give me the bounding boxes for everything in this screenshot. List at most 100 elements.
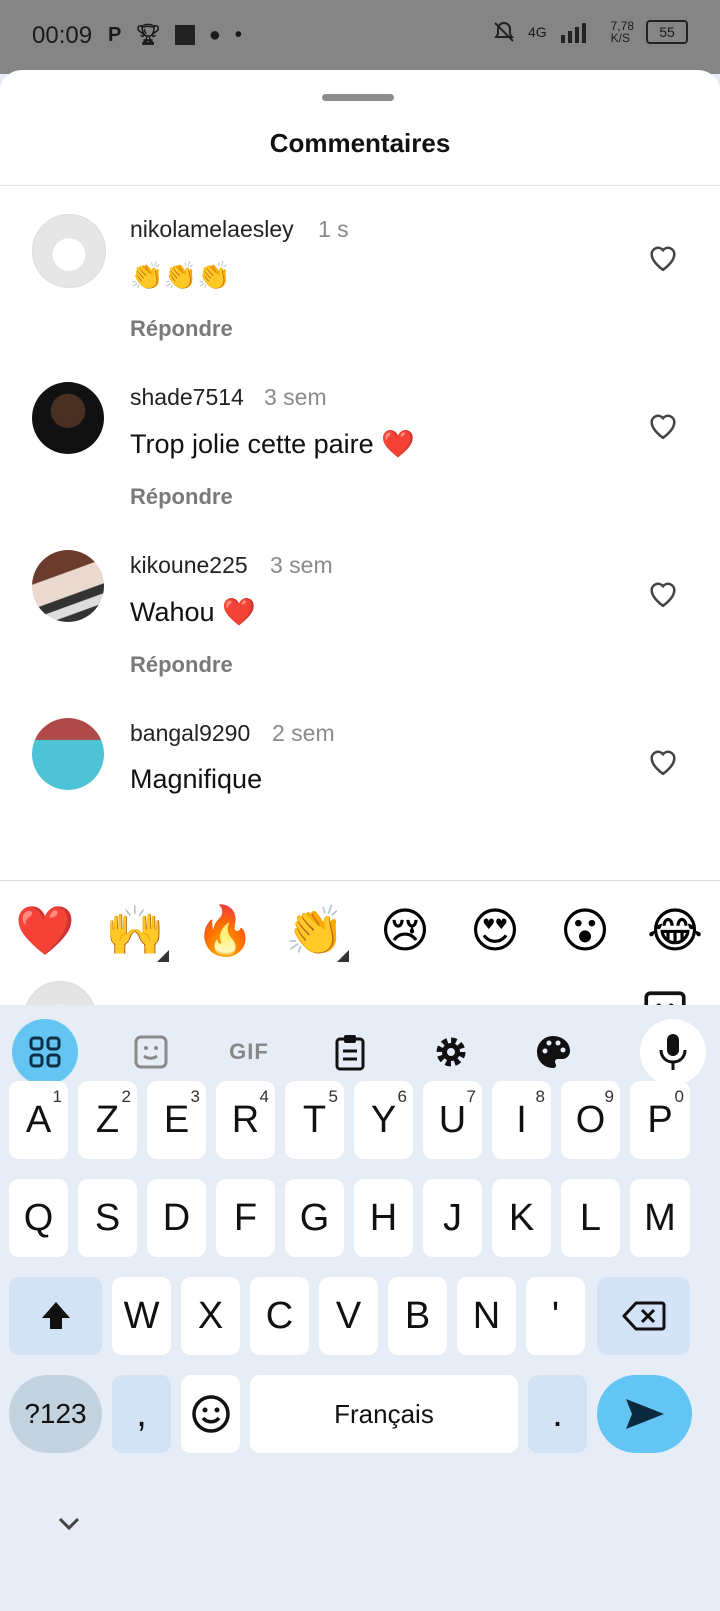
avatar[interactable]	[32, 382, 104, 454]
key-e[interactable]: E3	[147, 1081, 206, 1159]
sticker-icon	[134, 1035, 168, 1069]
key-label: R	[231, 1098, 260, 1141]
comma-key[interactable]: ,	[112, 1375, 171, 1453]
comment-username[interactable]: shade7514	[130, 384, 244, 411]
voice-input-button[interactable]	[640, 1019, 706, 1085]
key-k[interactable]: K	[492, 1179, 551, 1257]
key-q[interactable]: Q	[9, 1179, 68, 1257]
comment-list[interactable]: nikolamelaesley 1 s 👏👏👏 Répondre shade75…	[0, 188, 720, 880]
like-heart-icon[interactable]	[646, 744, 680, 778]
comment-item: bangal9290 2 sem Magnifique	[0, 692, 720, 852]
battery-icon: 55	[646, 20, 688, 44]
shift-arrow-icon	[41, 1302, 70, 1329]
key-i[interactable]: I8	[492, 1081, 551, 1159]
key-label: T	[302, 1098, 327, 1141]
status-bar: 00:09 P 🏆︎ ● • 4G 7,78 K/S 55	[0, 0, 720, 74]
keyboard: GIF A1 Z2 E3 R4 T5 Y6 U7 I8 O9 P0 Q S D …	[0, 1005, 720, 1611]
key-label: P	[647, 1098, 673, 1141]
comment-item: shade7514 3 sem Trop jolie cette paire ❤…	[0, 356, 720, 516]
avatar[interactable]	[32, 214, 106, 288]
divider	[0, 880, 720, 881]
app-square-icon	[174, 25, 195, 45]
key-g[interactable]: G	[285, 1179, 344, 1257]
key-b[interactable]: B	[388, 1277, 447, 1355]
theme-button[interactable]	[520, 1019, 586, 1085]
key-h[interactable]: H	[354, 1179, 413, 1257]
clipboard-button[interactable]	[317, 1019, 383, 1085]
key-s[interactable]: S	[78, 1179, 137, 1257]
key-c[interactable]: C	[250, 1277, 309, 1355]
grid-icon	[29, 1036, 61, 1068]
key-a[interactable]: A1	[9, 1081, 68, 1159]
comment-item: kikoune225 3 sem Wahou ❤️ Répondre	[0, 524, 720, 684]
avatar[interactable]	[32, 550, 104, 622]
settings-button[interactable]	[418, 1019, 484, 1085]
key-r[interactable]: R4	[216, 1081, 275, 1159]
key-apostrophe[interactable]: '	[526, 1277, 585, 1355]
key-n[interactable]: N	[457, 1277, 516, 1355]
period-key[interactable]: .	[528, 1375, 587, 1453]
comment-time: 2 sem	[272, 720, 335, 746]
collapse-keyboard-chevron-down-icon[interactable]	[56, 1510, 82, 1536]
key-w[interactable]: W	[112, 1277, 171, 1355]
symbols-key[interactable]: ?123	[9, 1375, 102, 1453]
quick-emoji-bar: ❤️ 🙌 🔥 👏 😢 😍 😮 😂	[0, 895, 720, 969]
like-heart-icon[interactable]	[646, 576, 680, 610]
emoji-laughing-button[interactable]: 😂	[635, 902, 715, 962]
shift-key[interactable]	[9, 1277, 102, 1355]
sticker-keyboard-button[interactable]	[118, 1019, 184, 1085]
key-hint: 2	[121, 1087, 131, 1106]
emoji-crying-button[interactable]: 😢	[365, 902, 445, 962]
reply-button[interactable]: Répondre	[130, 316, 233, 342]
gif-button[interactable]: GIF	[216, 1019, 282, 1085]
space-key[interactable]: Français	[250, 1375, 518, 1453]
send-key[interactable]	[597, 1375, 692, 1453]
key-u[interactable]: U7	[423, 1081, 482, 1159]
emoji-heart-eyes-button[interactable]: 😍	[455, 902, 535, 962]
sheet-title: Commentaires	[269, 128, 451, 158]
reply-button[interactable]: Répondre	[130, 652, 233, 678]
key-t[interactable]: T5	[285, 1081, 344, 1159]
key-x[interactable]: X	[181, 1277, 240, 1355]
key-j[interactable]: J	[423, 1179, 482, 1257]
key-l[interactable]: L	[561, 1179, 620, 1257]
apps-grid-button[interactable]	[12, 1019, 78, 1085]
key-z[interactable]: Z2	[78, 1081, 137, 1159]
key-hint: 4	[259, 1087, 269, 1106]
emoji-surprised-button[interactable]: 😮	[545, 902, 625, 962]
key-d[interactable]: D	[147, 1179, 206, 1257]
drag-handle[interactable]	[322, 94, 394, 101]
reply-button[interactable]: Répondre	[130, 484, 233, 510]
comment-text: Wahou ❤️	[130, 597, 256, 627]
avatar[interactable]	[32, 718, 104, 790]
key-p[interactable]: P0	[630, 1081, 690, 1159]
key-hint: 6	[397, 1087, 407, 1106]
comment-text: Magnifique	[130, 764, 263, 794]
emoji-clap-button[interactable]: 👏	[275, 902, 355, 962]
key-hint: 9	[604, 1087, 614, 1106]
bell-off-icon	[494, 21, 514, 42]
speed-unit: K/S	[610, 31, 630, 45]
dot-icon: •	[234, 24, 242, 46]
emoji-fire-button[interactable]: 🔥	[185, 902, 265, 962]
emoji-heart-button[interactable]: ❤️	[5, 902, 85, 962]
key-hint: 1	[52, 1087, 62, 1106]
emoji-glyph: 🙌	[105, 905, 165, 958]
comment-text: 👏👏👏	[130, 261, 231, 291]
emoji-key[interactable]	[181, 1375, 240, 1453]
key-o[interactable]: O9	[561, 1081, 620, 1159]
key-label: O	[575, 1098, 606, 1141]
divider	[0, 185, 720, 186]
key-v[interactable]: V	[319, 1277, 378, 1355]
key-f[interactable]: F	[216, 1179, 275, 1257]
key-m[interactable]: M	[630, 1179, 690, 1257]
network-type: 4G	[527, 24, 547, 40]
emoji-raised-hands-button[interactable]: 🙌	[95, 902, 175, 962]
like-heart-icon[interactable]	[646, 240, 680, 274]
comment-username[interactable]: kikoune225	[130, 552, 248, 579]
backspace-key[interactable]	[597, 1277, 690, 1355]
key-y[interactable]: Y6	[354, 1081, 413, 1159]
comment-username[interactable]: nikolamelaesley	[130, 216, 294, 243]
like-heart-icon[interactable]	[646, 408, 680, 442]
comment-username[interactable]: bangal9290	[130, 720, 250, 747]
